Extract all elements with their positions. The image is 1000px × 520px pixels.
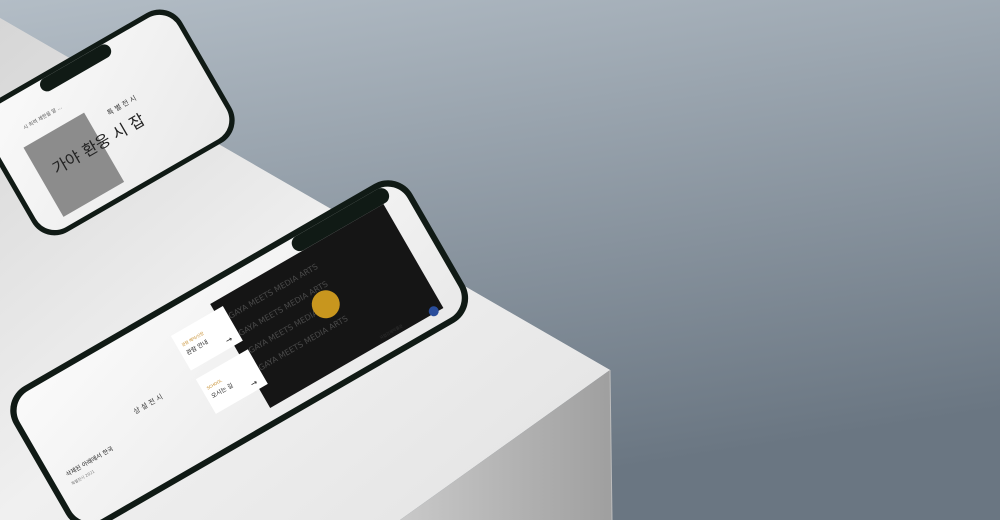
product-mockup-scene: 가야 환웅 시 잡 특 별 전 시 시 최력 제한을 알 ... GAYA ME… [0, 0, 1000, 520]
